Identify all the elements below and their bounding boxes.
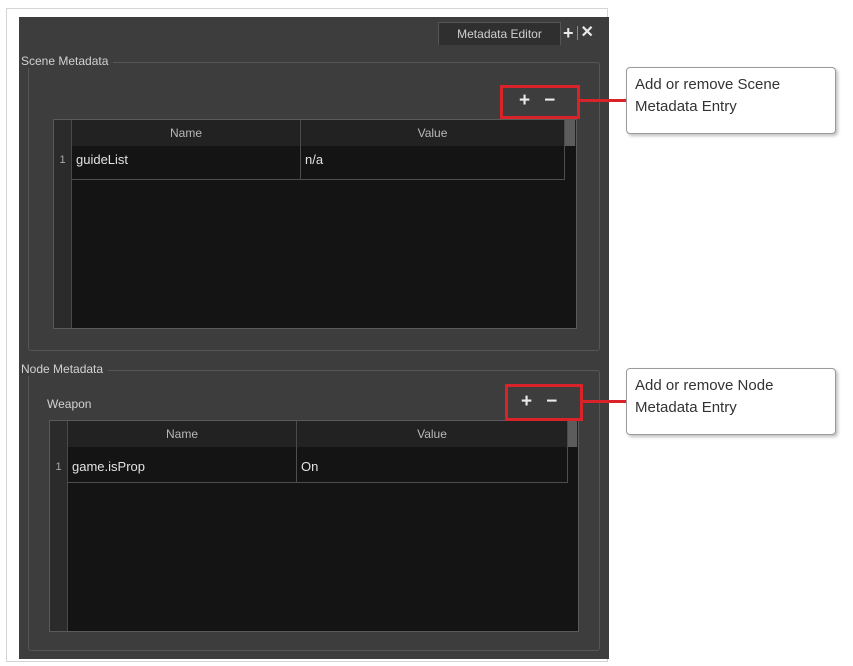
node-metadata-title: Node Metadata [19, 362, 109, 376]
scene-buttons-highlight [500, 85, 580, 119]
column-header-value[interactable]: Value [297, 421, 568, 447]
tab-metadata-editor[interactable]: Metadata Editor [438, 22, 561, 45]
cell-value[interactable]: n/a [301, 152, 564, 167]
node-callout-connector [583, 400, 626, 403]
scene-metadata-table: Name Value 1 guideList n/a [53, 119, 577, 329]
add-view-icon[interactable]: + [563, 24, 574, 42]
table-corner [54, 120, 72, 146]
node-metadata-table: Name Value 1 game.isProp On [49, 420, 579, 632]
column-divider [567, 447, 568, 483]
scrollbar[interactable] [568, 421, 577, 447]
column-divider [564, 146, 565, 180]
row-number: 1 [59, 154, 66, 166]
row-number: 1 [55, 461, 62, 473]
table-header: Name Value [54, 120, 576, 146]
row-gutter [50, 447, 68, 631]
tab-separator [576, 26, 578, 40]
table-corner [50, 421, 68, 447]
row-divider [68, 482, 568, 483]
close-icon[interactable]: ✕ [581, 25, 594, 41]
cell-name[interactable]: guideList [72, 152, 300, 167]
column-header-name[interactable]: Name [72, 120, 301, 146]
scene-callout: Add or remove Scene Metadata Entry [626, 67, 836, 134]
scene-metadata-title: Scene Metadata [19, 54, 114, 68]
column-header-value[interactable]: Value [301, 120, 565, 146]
column-divider [300, 146, 301, 180]
table-header: Name Value [50, 421, 578, 447]
row-divider [72, 179, 565, 180]
column-header-name[interactable]: Name [68, 421, 297, 447]
node-buttons-highlight [505, 384, 583, 421]
scene-callout-connector [580, 99, 626, 102]
node-callout: Add or remove Node Metadata Entry [626, 368, 836, 435]
row-gutter [54, 146, 72, 328]
scrollbar[interactable] [565, 120, 575, 146]
column-divider [296, 447, 297, 483]
tab-controls: + ✕ [563, 23, 594, 43]
cell-name[interactable]: game.isProp [68, 459, 296, 474]
cell-value[interactable]: On [297, 459, 567, 474]
node-name-label: Weapon [47, 397, 92, 411]
